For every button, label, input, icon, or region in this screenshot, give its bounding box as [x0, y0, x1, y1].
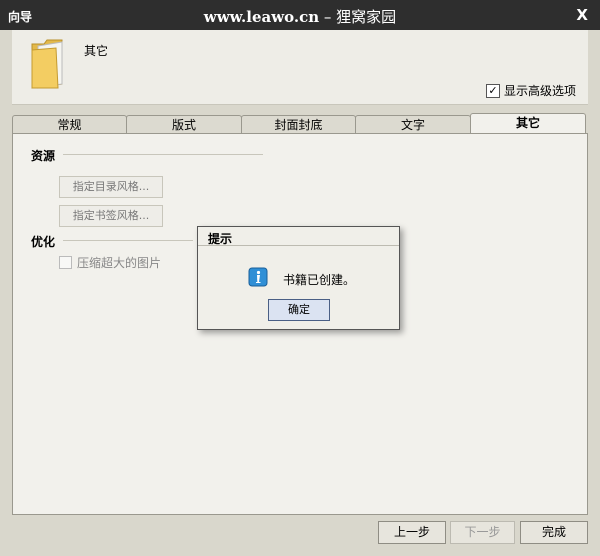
info-dialog: 提示 书籍已创建。 确定 [197, 226, 400, 330]
toc-style-button[interactable]: 指定目录风格... [59, 176, 163, 198]
finish-button[interactable]: 完成 [520, 521, 588, 544]
next-button[interactable]: 下一步 [450, 521, 515, 544]
tab-general[interactable]: 常规 [12, 115, 127, 134]
compress-checkbox[interactable] [59, 256, 72, 269]
check-icon[interactable]: ✓ [485, 83, 500, 98]
close-button[interactable]: X [576, 6, 588, 24]
resources-divider [63, 154, 263, 155]
tab-bar: 常规 版式 封面封底 文字 其它 [12, 113, 588, 135]
tab-other[interactable]: 其它 [470, 113, 586, 134]
compress-images-option[interactable]: 压缩超大的图片 [59, 254, 161, 271]
folder-icon [31, 39, 63, 89]
tab-cover[interactable]: 封面封底 [241, 115, 356, 134]
page-title: 其它 [84, 44, 109, 58]
advanced-options-toggle[interactable]: ✓ 显示高级选项 [485, 82, 576, 99]
window-title: www.leawo.cn – 狸窝家园 [0, 6, 600, 27]
optimize-section-label: 优化 [31, 235, 56, 249]
window-site: www.leawo.cn [203, 8, 320, 26]
optimize-divider [63, 240, 193, 241]
window-titlebar: 向导 www.leawo.cn – 狸窝家园 X [0, 0, 600, 30]
tab-layout[interactable]: 版式 [126, 115, 242, 134]
resources-section-label: 资源 [31, 149, 56, 163]
dialog-title-divider [198, 245, 399, 246]
window-site-name: 狸窝家园 [336, 8, 397, 26]
dialog-message: 书籍已创建。 [283, 273, 356, 287]
advanced-options-label: 显示高级选项 [503, 84, 576, 98]
info-icon [248, 267, 268, 287]
prev-button[interactable]: 上一步 [378, 521, 446, 544]
bookmark-style-button[interactable]: 指定书签风格... [59, 205, 163, 227]
compress-images-label: 压缩超大的图片 [77, 256, 162, 270]
tab-text[interactable]: 文字 [355, 115, 471, 134]
wizard-header: 其它 ✓ 显示高级选项 [12, 30, 588, 105]
ok-button[interactable]: 确定 [268, 299, 330, 321]
window-separator: – [319, 8, 337, 26]
